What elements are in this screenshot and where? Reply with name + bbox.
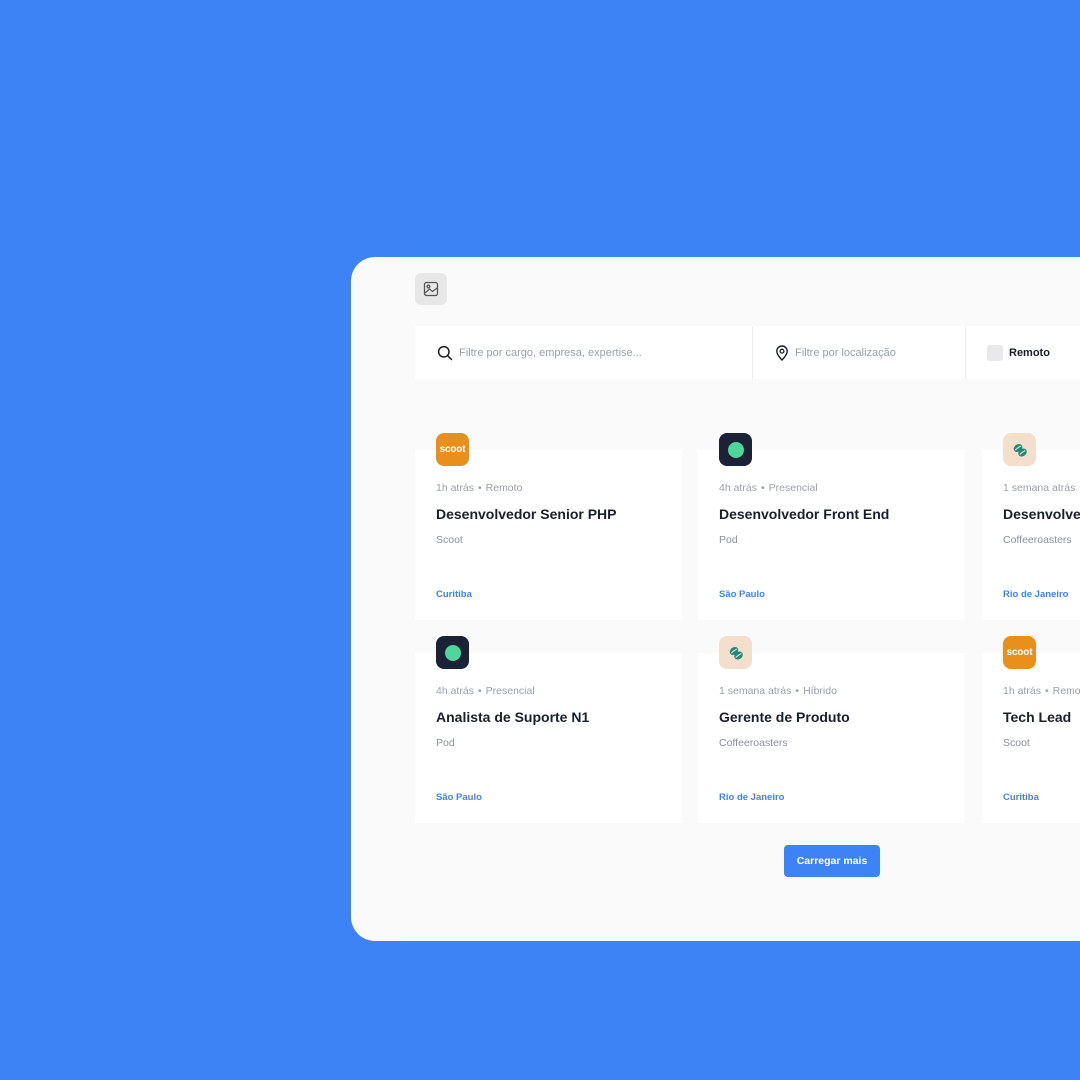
search-icon [437,345,453,360]
job-title[interactable]: Desenvolvedor Senior PHP [436,506,617,522]
job-meta: 1 semana atrás• [1003,482,1080,494]
app-logo[interactable] [415,273,447,305]
job-title[interactable]: Desenvolvedor Front End [719,506,889,522]
job-card[interactable]: 4h atrás • Presencial Analista de Suporte … [415,636,682,823]
job-title[interactable]: Analista de Suporte N1 [436,709,589,725]
image-icon [423,281,439,297]
load-more-button[interactable]: Carregar mais [784,845,880,877]
job-location: Curitiba [1003,792,1039,803]
location-pin-icon [776,344,788,361]
posted-time: 1 semana atrás [1003,482,1076,494]
job-meta: 4h atrás • Presencial [436,685,535,697]
job-location: Rio de Janeiro [1003,589,1069,600]
job-type: Remoto [485,482,523,494]
company-logo-scoot: scoot [436,433,469,466]
search-filter [415,326,753,379]
job-meta: 1h atrás•Remoto [436,482,523,494]
coffee-bean-icon [729,646,743,659]
job-location: Rio de Janeiro [719,792,785,803]
remote-label: Remoto [1009,346,1050,359]
company-name: Pod [436,737,455,749]
company-name: Coffeeroasters [1003,534,1072,546]
job-location: São Paulo [436,792,482,803]
job-meta: 4h atrás • Presencial [719,482,818,494]
remote-checkbox[interactable] [987,344,1003,361]
job-card[interactable]: 1 semana atrás • Híbrido Gerente de Produt… [698,636,965,823]
company-name: Pod [719,534,738,546]
company-logo-pod [719,433,752,466]
posted-time: 1h atrás [1003,685,1041,697]
posted-time: 4h atrás [436,685,474,697]
job-type: Presencial [485,685,535,697]
company-logo-pod [436,636,469,669]
search-input[interactable] [459,346,719,359]
job-card[interactable]: scoot 1h atrás • Remoto Desenvolvedor Seni… [415,433,682,620]
app-window: Remoto scoot 1h atrás•Remoto Desenvolved… [351,257,1080,941]
job-type: Híbrido [803,685,837,697]
scoot-logo-text: scoot [439,444,466,455]
posted-time: 1h atrás [436,482,474,494]
location-input[interactable] [795,346,955,359]
job-title[interactable]: Gerente de Produto [719,709,850,725]
coffee-bean-icon [1013,443,1027,456]
company-name: Scoot [1003,737,1030,749]
company-logo-coffeeroasters [719,636,752,669]
job-card[interactable]: 1 semana atrás• Desenvolvedor Coffeeroas… [982,433,1080,620]
job-location: São Paulo [719,589,765,600]
job-card[interactable]: 4h atrás • Presencial Desenvolvedor Front … [698,433,965,620]
job-location: Curitiba [436,589,472,600]
pod-logo-dot [727,441,744,458]
job-meta: 1h atrás•Remoto [1003,685,1080,697]
posted-time: 1 semana atrás [719,685,792,697]
company-logo-scoot: scoot [1003,636,1036,669]
company-name: Coffeeroasters [719,737,788,749]
job-title[interactable]: Desenvolvedor [1003,506,1080,522]
job-type: Presencial [768,482,818,494]
location-filter [753,326,966,379]
posted-time: 4h atrás [719,482,757,494]
filter-bar: Remoto [415,326,1080,379]
scoot-logo-text: scoot [1006,647,1033,658]
remote-filter[interactable]: Remoto [966,326,1050,379]
job-meta: 1 semana atrás • Híbrido [719,685,837,697]
job-type: Remoto [1052,685,1080,697]
job-title[interactable]: Tech Lead [1003,709,1071,725]
company-name: Scoot [436,534,463,546]
company-logo-coffeeroasters [1003,433,1036,466]
pod-logo-dot [444,644,461,661]
job-card[interactable]: scoot 1h atrás•Remoto Tech Lead Scoot Cu… [982,636,1080,823]
